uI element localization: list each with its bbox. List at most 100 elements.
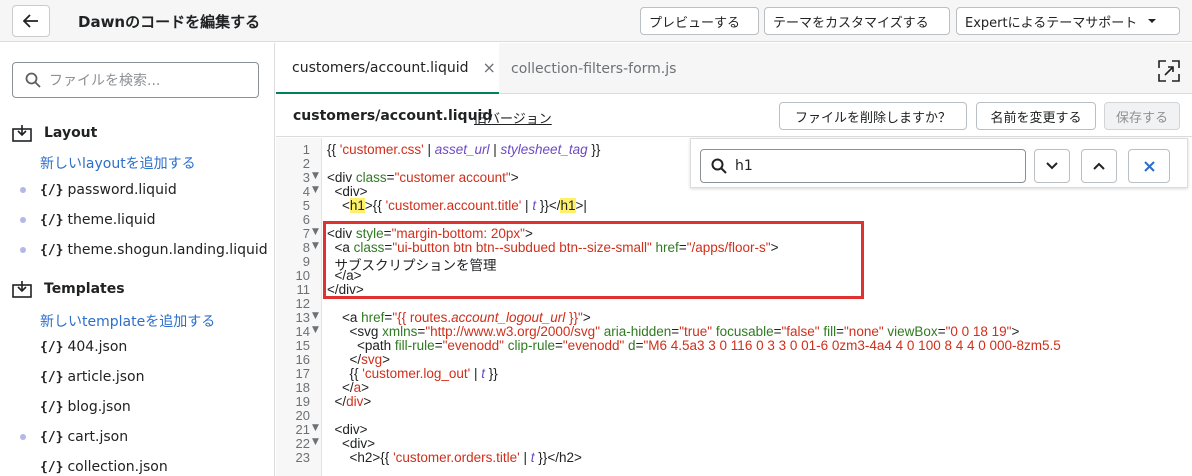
code-line: {{ 'customer.log_out' | t }} — [327, 366, 498, 381]
fold-arrow-icon[interactable]: ▼ — [312, 437, 319, 447]
tab-collection-filters-form[interactable]: collection-filters-form.js — [511, 43, 676, 94]
chevron-down-icon — [1046, 162, 1058, 170]
line-number: 8 — [302, 240, 310, 255]
layout-section-header[interactable]: Layout — [12, 124, 97, 142]
file-name: blog.json — [67, 399, 131, 415]
search-icon — [711, 158, 727, 174]
line-number: 18 — [295, 380, 310, 395]
line-number: 22 — [295, 436, 310, 451]
line-number: 20 — [295, 408, 310, 423]
file-item-password[interactable]: {/} password.liquid — [20, 182, 177, 198]
add-layout-link[interactable]: 新しいlayoutを追加する — [40, 153, 196, 173]
delete-file-button[interactable]: ファイルを削除しますか？ — [779, 102, 967, 130]
fold-arrow-icon[interactable]: ▼ — [312, 227, 319, 237]
line-number: 13 — [295, 310, 310, 325]
find-next-button[interactable] — [1034, 149, 1070, 183]
chevron-up-icon — [1093, 162, 1105, 170]
liquid-file-icon: {/} — [40, 429, 64, 445]
liquid-file-icon: {/} — [40, 339, 64, 355]
back-button[interactable] — [12, 5, 50, 37]
line-number: 11 — [296, 282, 311, 297]
file-name: collection.json — [67, 459, 168, 475]
code-line: <a href="{{ routes.account_logout_url }}… — [327, 310, 591, 325]
modified-dot — [20, 217, 26, 223]
code-line: <h1>{{ 'customer.account.title' | t }}</… — [327, 198, 587, 213]
find-query: h1 — [735, 158, 753, 174]
fold-arrow-icon[interactable]: ▼ — [312, 423, 319, 433]
line-number: 7 — [302, 226, 310, 241]
file-item-article[interactable]: {/} article.json — [20, 369, 144, 385]
customize-theme-button[interactable]: テーマをカスタマイズする — [764, 7, 950, 35]
code-line: </a> — [327, 380, 370, 395]
file-name: theme.liquid — [67, 212, 156, 228]
file-name: password.liquid — [67, 182, 177, 198]
code-line: <path fill-rule="evenodd" clip-rule="eve… — [327, 338, 1061, 353]
line-number: 19 — [295, 394, 310, 409]
find-previous-button[interactable] — [1081, 149, 1117, 183]
caret-down-icon — [1148, 19, 1157, 23]
templates-section-header[interactable]: Templates — [12, 280, 125, 298]
close-icon[interactable]: × — [482, 58, 495, 77]
fold-arrow-icon[interactable]: ▼ — [312, 325, 319, 335]
file-name: theme.shogun.landing.liquid — [67, 242, 268, 258]
line-number: 17 — [295, 366, 310, 381]
preview-button[interactable]: プレビューする — [640, 7, 759, 35]
code-line: </svg> — [327, 352, 391, 367]
file-item-cart[interactable]: {/} cart.json — [20, 429, 128, 445]
code-line: <svg xmlns="http://www.w3.org/2000/svg" … — [327, 324, 1020, 339]
download-folder-icon — [12, 281, 32, 298]
liquid-file-icon: {/} — [40, 369, 64, 385]
code-line: <div> — [327, 436, 376, 451]
file-search-input[interactable]: ファイルを検索... — [12, 62, 259, 98]
file-item-theme-shogun[interactable]: {/} theme.shogun.landing.liquid — [20, 242, 268, 258]
fold-arrow-icon[interactable]: ▼ — [312, 311, 319, 321]
add-template-link[interactable]: 新しいtemplateを追加する — [40, 311, 215, 331]
liquid-file-icon: {/} — [40, 459, 64, 475]
line-number: 10 — [295, 268, 310, 283]
rename-button[interactable]: 名前を変更する — [976, 102, 1096, 130]
fullscreen-icon[interactable] — [1158, 60, 1180, 82]
old-version-link[interactable]: 旧バージョン — [474, 108, 552, 127]
line-number: 4 — [302, 184, 310, 199]
liquid-file-icon: {/} — [40, 399, 64, 415]
find-input[interactable]: h1 — [700, 149, 1026, 183]
line-number: 2 — [302, 156, 310, 171]
find-panel: h1 — [690, 138, 1188, 188]
fold-arrow-icon[interactable]: ▼ — [312, 185, 319, 195]
file-item-theme[interactable]: {/} theme.liquid — [20, 212, 155, 228]
file-tabs: customers/account.liquid × collection-fi… — [276, 43, 1192, 94]
code-line: <h2>{{ 'customer.orders.title' | t }}</h… — [327, 450, 582, 465]
close-icon — [1143, 160, 1155, 172]
tab-account-liquid[interactable]: customers/account.liquid × — [276, 43, 499, 94]
line-number: 21 — [295, 422, 310, 437]
code-line: <div> — [327, 184, 368, 199]
file-item-collection[interactable]: {/} collection.json — [20, 459, 168, 475]
code-line: {{ 'customer.css' | asset_url | styleshe… — [327, 142, 601, 157]
file-name: 404.json — [67, 339, 128, 355]
line-number: 14 — [295, 324, 310, 339]
file-sidebar: ファイルを検索... Layout 新しいlayoutを追加する {/} pas… — [0, 43, 275, 476]
modified-dot — [20, 247, 26, 253]
file-name: article.json — [67, 369, 145, 385]
top-bar: Dawnのコードを編集する プレビューする テーマをカスタマイズする Exper… — [0, 0, 1192, 42]
expert-support-label: Expertによるテーマサポート — [965, 15, 1138, 31]
fold-arrow-icon[interactable]: ▼ — [312, 171, 319, 181]
templates-section-title: Templates — [44, 281, 125, 297]
file-item-404[interactable]: {/} 404.json — [20, 339, 127, 355]
line-number: 16 — [295, 352, 310, 367]
search-placeholder: ファイルを検索... — [49, 73, 161, 89]
layout-section-title: Layout — [44, 125, 98, 141]
line-number: 9 — [302, 254, 310, 269]
code-editor[interactable]: 1 2 3 4 5 6 7 8 9 10 11 12 13 14 15 16 17 18 19 20 21 22 23 ▼ … — [276, 138, 1192, 476]
line-number: 23 — [295, 450, 310, 465]
fold-arrow-icon[interactable]: ▼ — [312, 241, 319, 251]
save-button[interactable]: 保存する — [1104, 102, 1180, 130]
expert-support-button[interactable]: Expertによるテーマサポート — [956, 7, 1180, 35]
line-number: 1 — [302, 142, 310, 157]
line-number: 3 — [302, 170, 310, 185]
current-file-name: customers/account.liquid — [293, 108, 493, 124]
find-close-button[interactable] — [1128, 149, 1170, 183]
arrow-left-icon — [23, 14, 38, 28]
file-item-blog[interactable]: {/} blog.json — [20, 399, 131, 415]
liquid-file-icon: {/} — [40, 212, 64, 228]
